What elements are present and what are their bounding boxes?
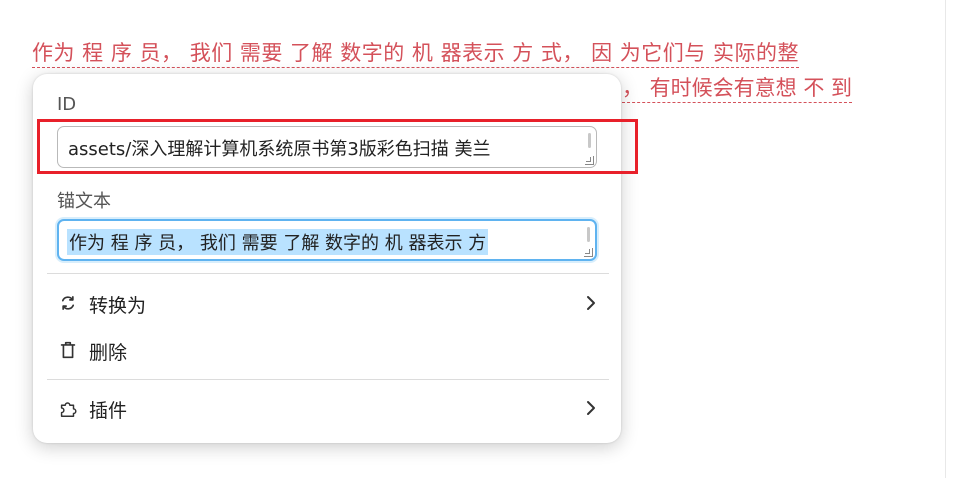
document-text: 作为 程 序 员， 我们 需要 了解 数字的 机 器表示 方 式， 因 为它们与… [32, 34, 892, 72]
chevron-right-icon [587, 296, 595, 310]
annotation-highlight-box [37, 119, 638, 174]
resize-handle-icon[interactable] [584, 248, 593, 257]
menu-item-convert-label: 转换为 [89, 295, 147, 317]
anchor-text-value[interactable]: 作为 程 序 员， 我们 需要 了解 数字的 机 器表示 方 [67, 229, 489, 255]
menu-item-plugins[interactable]: 插件 [47, 388, 607, 428]
menu-divider [47, 273, 609, 274]
anchor-label: 锚文本 [57, 191, 111, 212]
scrollbar-track [945, 0, 946, 478]
id-label: ID [57, 94, 77, 115]
menu-divider [47, 379, 609, 380]
refresh-icon [61, 296, 75, 310]
trash-icon [60, 341, 76, 359]
document-line-2-text[interactable]: ， 有时候会有意想 不 到 [622, 76, 853, 103]
menu-item-plugins-label: 插件 [89, 400, 128, 422]
puzzle-icon [60, 402, 77, 417]
menu-item-delete[interactable]: 删除 [47, 330, 607, 370]
document-line-2: ， 有时候会有意想 不 到 [622, 72, 853, 103]
anchor-text-field[interactable]: 作为 程 序 员， 我们 需要 了解 数字的 机 器表示 方 [57, 219, 597, 261]
menu-item-convert[interactable]: 转换为 [47, 283, 607, 323]
anchor-field-scrollbar[interactable] [587, 227, 590, 242]
document-line-1[interactable]: 作为 程 序 员， 我们 需要 了解 数字的 机 器表示 方 式， 因 为它们与… [32, 41, 799, 68]
menu-item-delete-label: 删除 [89, 342, 128, 364]
chevron-right-icon [587, 401, 595, 415]
